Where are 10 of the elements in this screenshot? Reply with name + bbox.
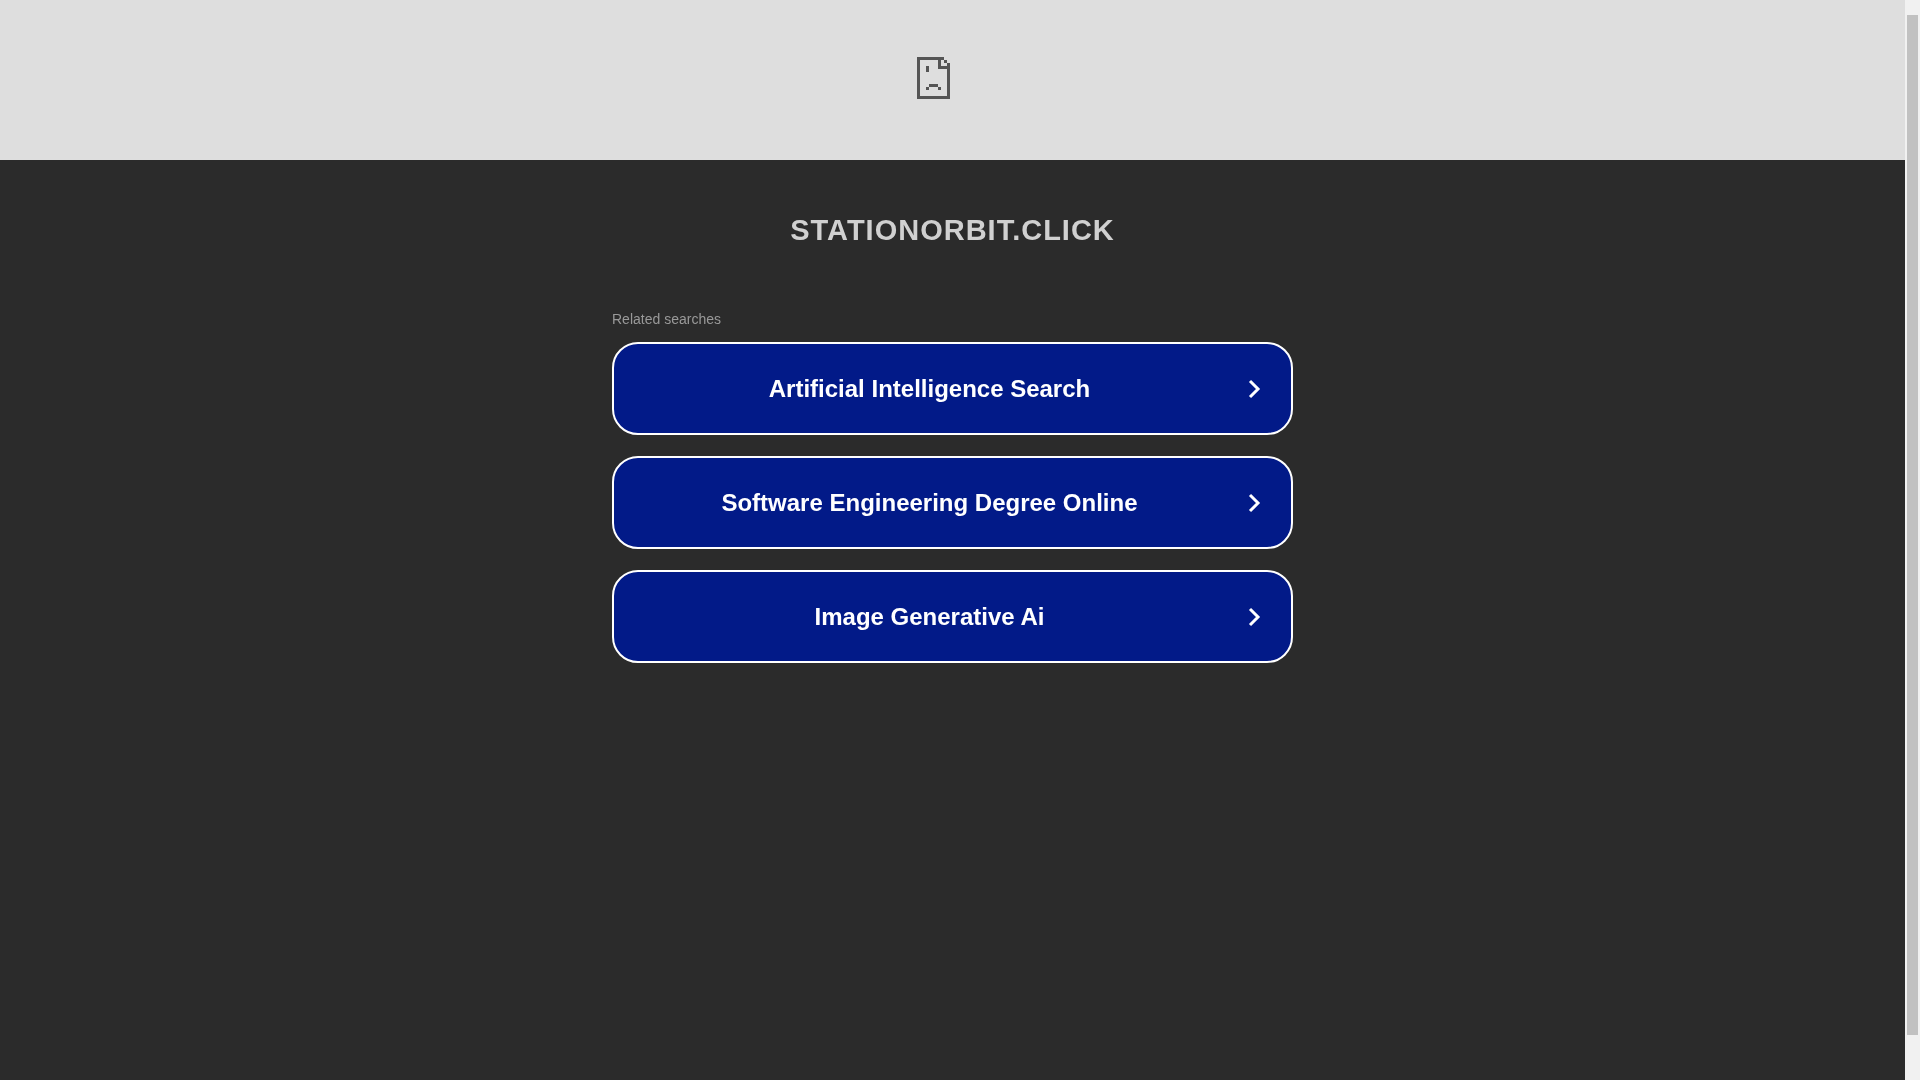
domain-title: STATIONORBIT.CLICK (790, 214, 1115, 247)
search-link[interactable]: Image Generative Ai (612, 570, 1293, 663)
search-link[interactable]: Artificial Intelligence Search (612, 342, 1293, 435)
scrollbar[interactable] (1905, 0, 1920, 1080)
chevron-right-icon (1247, 605, 1261, 628)
section-heading: Related searches (612, 311, 721, 327)
chevron-right-icon (1247, 491, 1261, 514)
search-link[interactable]: Software Engineering Degree Online (612, 456, 1293, 549)
broken-document-icon (917, 57, 950, 99)
chevron-right-icon (1247, 377, 1261, 400)
